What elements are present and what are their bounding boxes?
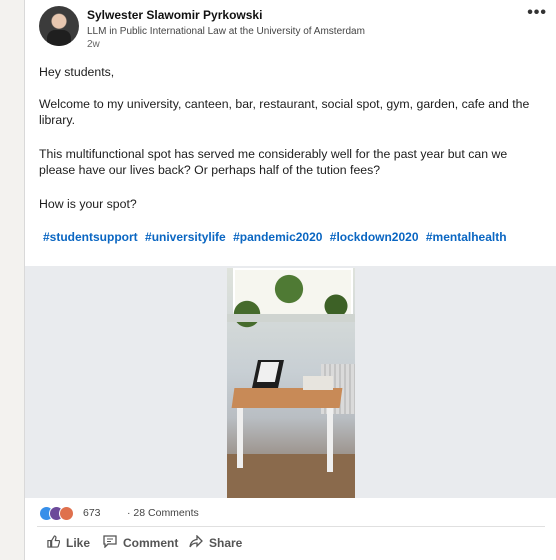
post-media (25, 266, 556, 498)
hashtag-link[interactable]: #mentalhealth (426, 230, 507, 244)
comment-button[interactable]: Comment (103, 535, 178, 551)
divider (37, 526, 545, 527)
reaction-icons[interactable] (39, 506, 79, 521)
photo-table-leg (237, 406, 243, 468)
post-paragraph: How is your spot? (39, 197, 137, 211)
separator: · (127, 507, 131, 519)
comment-icon (103, 535, 117, 551)
more-options-icon[interactable]: ••• (527, 5, 547, 21)
avatar[interactable] (39, 6, 79, 46)
photo-floor (227, 454, 355, 498)
hashtag-list: #studentsupport #universitylife #pandemi… (43, 230, 511, 244)
photo-shelf (227, 314, 355, 322)
photo-plant (269, 270, 309, 308)
hashtag-link[interactable]: #lockdown2020 (330, 230, 419, 244)
share-label: Share (209, 536, 243, 550)
photo-table-leg (327, 406, 333, 472)
share-arrow-icon (189, 534, 203, 551)
post-card: Sylwester Slawomir Pyrkowski LLM in Publ… (24, 0, 556, 560)
post-photo[interactable] (227, 268, 355, 498)
share-button[interactable]: Share (189, 534, 243, 551)
post-time: 2w (87, 39, 100, 50)
post-paragraph: Welcome to my university, canteen, bar, … (39, 97, 530, 127)
comment-count: 28 Comments (133, 507, 199, 519)
reaction-count[interactable]: 673 (83, 507, 101, 519)
post-paragraph: This multifunctional spot has served me … (39, 147, 508, 177)
hashtag-link[interactable]: #studentsupport (43, 230, 138, 244)
love-reaction-icon (59, 506, 74, 521)
author-headline: LLM in Public International Law at the U… (87, 26, 365, 37)
comment-count-link[interactable]: · 28 Comments (127, 507, 199, 519)
photo-book (303, 376, 333, 390)
like-label: Like (66, 536, 91, 550)
post-paragraph: Hey students, (39, 65, 115, 79)
comment-label: Comment (123, 536, 179, 550)
post-header: Sylwester Slawomir Pyrkowski LLM in Publ… (39, 5, 547, 52)
photo-table (231, 388, 343, 408)
like-button[interactable]: Like (47, 535, 90, 551)
thumbs-up-icon (47, 535, 61, 551)
hashtag-link[interactable]: #universitylife (145, 230, 226, 244)
author-name[interactable]: Sylwester Slawomir Pyrkowski (87, 8, 262, 22)
avatar-shirt (47, 30, 71, 46)
hashtag-link[interactable]: #pandemic2020 (233, 230, 322, 244)
